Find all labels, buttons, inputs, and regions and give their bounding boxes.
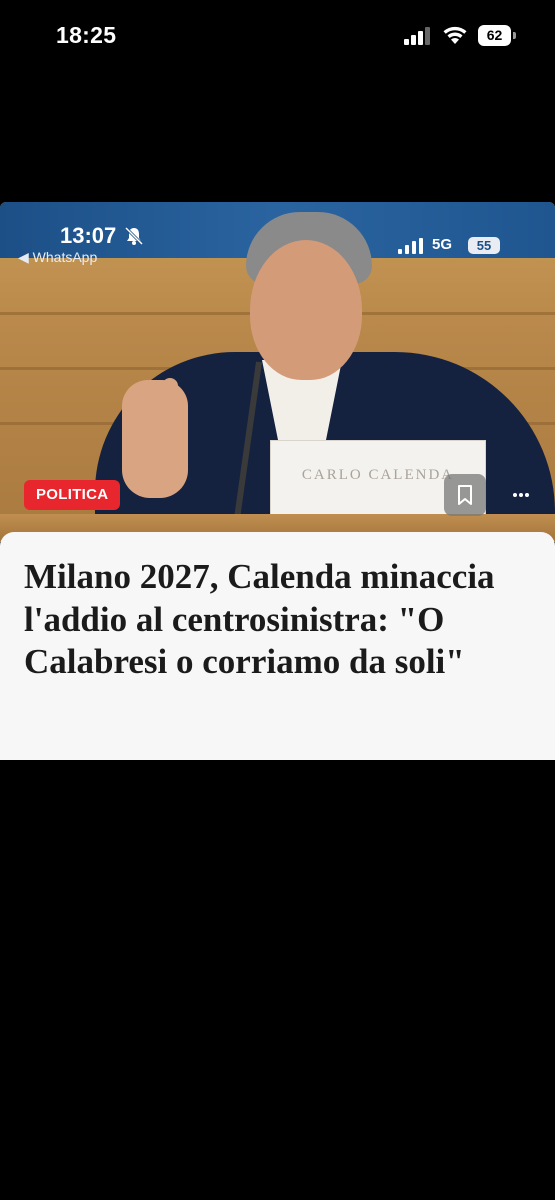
signal-icon — [404, 27, 430, 45]
battery-icon: 62 — [478, 25, 516, 46]
bell-off-icon — [124, 226, 144, 246]
more-button[interactable] — [500, 474, 542, 516]
status-time: 18:25 — [56, 22, 117, 48]
status-bar: 18:25 62 — [0, 0, 555, 76]
article-photo[interactable]: CARLO CALENDA 13:07 ◀ WhatsApp 5G 55 POL… — [0, 202, 555, 542]
article-card[interactable]: Milano 2027, Calenda minaccia l'addio al… — [0, 532, 555, 760]
network-type: 5G — [432, 236, 453, 253]
article-headline[interactable]: Milano 2027, Calenda minaccia l'addio al… — [24, 556, 544, 684]
inner-status-time: 13:07 — [60, 223, 117, 248]
battery-level: 62 — [486, 27, 503, 43]
back-to-whatsapp-link[interactable]: ◀ WhatsApp — [18, 249, 97, 266]
inner-battery-icon: 55 — [468, 237, 500, 254]
embedded-screenshot: CARLO CALENDA 13:07 ◀ WhatsApp 5G 55 POL… — [0, 202, 555, 760]
bookmark-icon — [458, 485, 472, 505]
more-icon — [513, 493, 517, 497]
category-tag[interactable]: POLITICA — [24, 480, 121, 510]
wifi-icon — [443, 26, 467, 44]
bookmark-button[interactable] — [444, 474, 486, 516]
inner-signal-icon — [398, 238, 423, 254]
